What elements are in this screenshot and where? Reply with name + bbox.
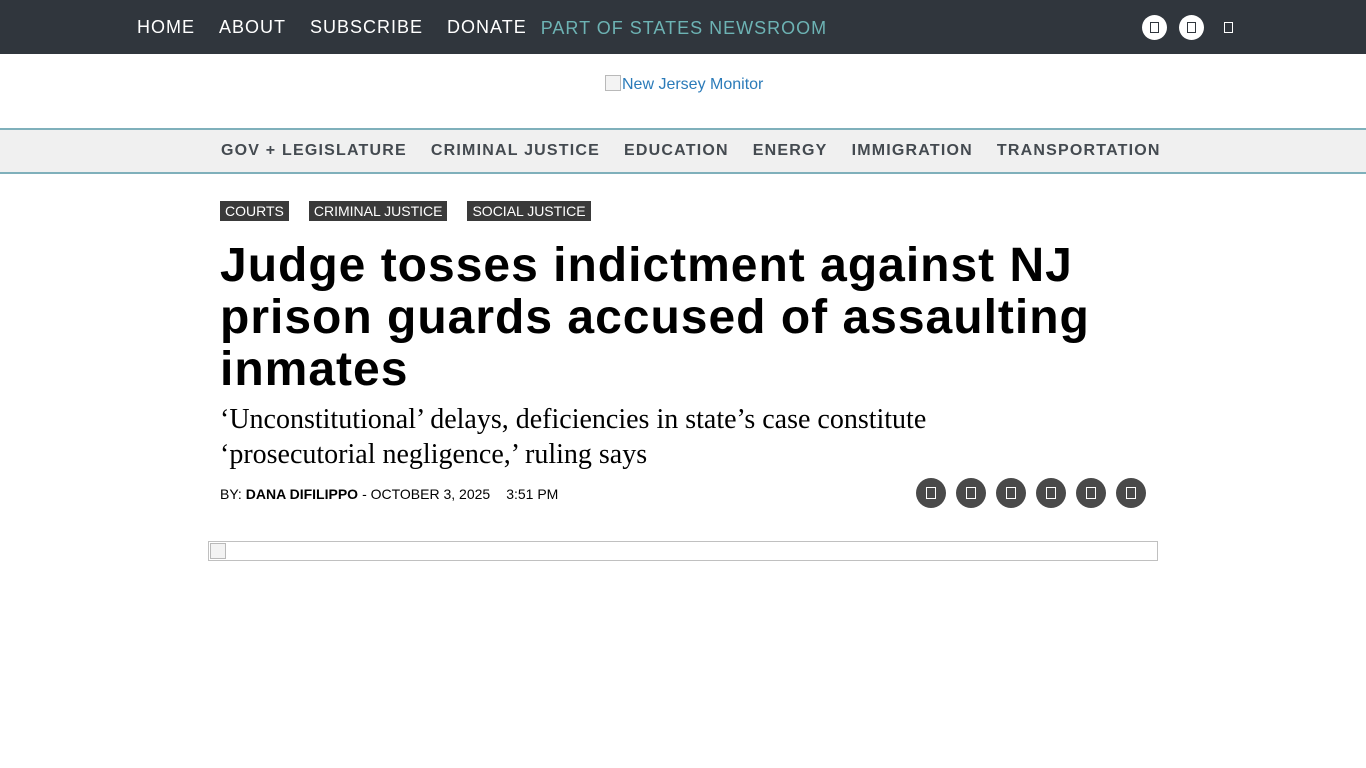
article-subhead: ‘Unconstitutional’ delays, deficiencies …: [220, 404, 927, 470]
email-share-icon[interactable]: [916, 478, 946, 508]
section-nav: GOV + LEGISLATURE CRIMINAL JUSTICE EDUCA…: [0, 128, 1366, 174]
tag-courts[interactable]: COURTS: [220, 201, 289, 221]
logo-alt-text: New Jersey Monitor: [622, 76, 764, 93]
section-immigration[interactable]: IMMIGRATION: [852, 141, 973, 161]
site-logo[interactable]: New Jersey Monitor: [605, 74, 763, 96]
article-tags: COURTS CRIMINAL JUSTICE SOCIAL JUSTICE: [220, 201, 611, 221]
share-buttons: [916, 478, 1156, 508]
broken-image-icon: [605, 75, 621, 91]
section-energy[interactable]: ENERGY: [753, 141, 828, 161]
section-criminal-justice[interactable]: CRIMINAL JUSTICE: [431, 141, 600, 161]
nav-home-link[interactable]: HOME: [137, 16, 195, 38]
facebook-icon[interactable]: [1142, 15, 1167, 40]
republish-share-icon[interactable]: [1116, 478, 1146, 508]
section-education[interactable]: EDUCATION: [624, 141, 729, 161]
nav-about-link[interactable]: ABOUT: [219, 16, 286, 38]
states-newsroom-link[interactable]: PART OF STATES NEWSROOM: [541, 17, 827, 39]
nav-subscribe-link[interactable]: SUBSCRIBE: [310, 16, 423, 38]
featured-image: [208, 541, 1158, 561]
linkedin-share-icon[interactable]: [1036, 478, 1066, 508]
facebook-share-icon[interactable]: [956, 478, 986, 508]
nav-donate-link[interactable]: DONATE: [447, 16, 527, 38]
top-nav: HOME ABOUT SUBSCRIBE DONATE PART OF STAT…: [137, 15, 827, 39]
publish-time: 3:51 PM: [506, 486, 559, 502]
tag-criminal-justice[interactable]: CRIMINAL JUSTICE: [308, 201, 448, 221]
article-headline: Judge tosses indictment against NJ priso…: [220, 239, 1090, 396]
top-bar: HOME ABOUT SUBSCRIBE DONATE PART OF STAT…: [0, 0, 1366, 54]
tag-social-justice[interactable]: SOCIAL JUSTICE: [467, 201, 591, 221]
publish-date: - OCTOBER 3, 2025: [362, 486, 491, 502]
section-transportation[interactable]: TRANSPORTATION: [997, 141, 1161, 161]
byline-prefix: BY:: [220, 486, 242, 502]
twitter-icon[interactable]: [1179, 15, 1204, 40]
author-link[interactable]: DANA DIFILIPPO: [246, 485, 358, 503]
byline: BY: DANA DIFILIPPO - OCTOBER 3, 2025 3:5…: [220, 485, 558, 503]
broken-image-icon: [210, 543, 226, 559]
top-social-links: [1142, 15, 1241, 40]
print-share-icon[interactable]: [1076, 478, 1106, 508]
twitter-share-icon[interactable]: [996, 478, 1026, 508]
search-icon[interactable]: [1216, 15, 1241, 40]
section-gov-legislature[interactable]: GOV + LEGISLATURE: [221, 141, 407, 161]
